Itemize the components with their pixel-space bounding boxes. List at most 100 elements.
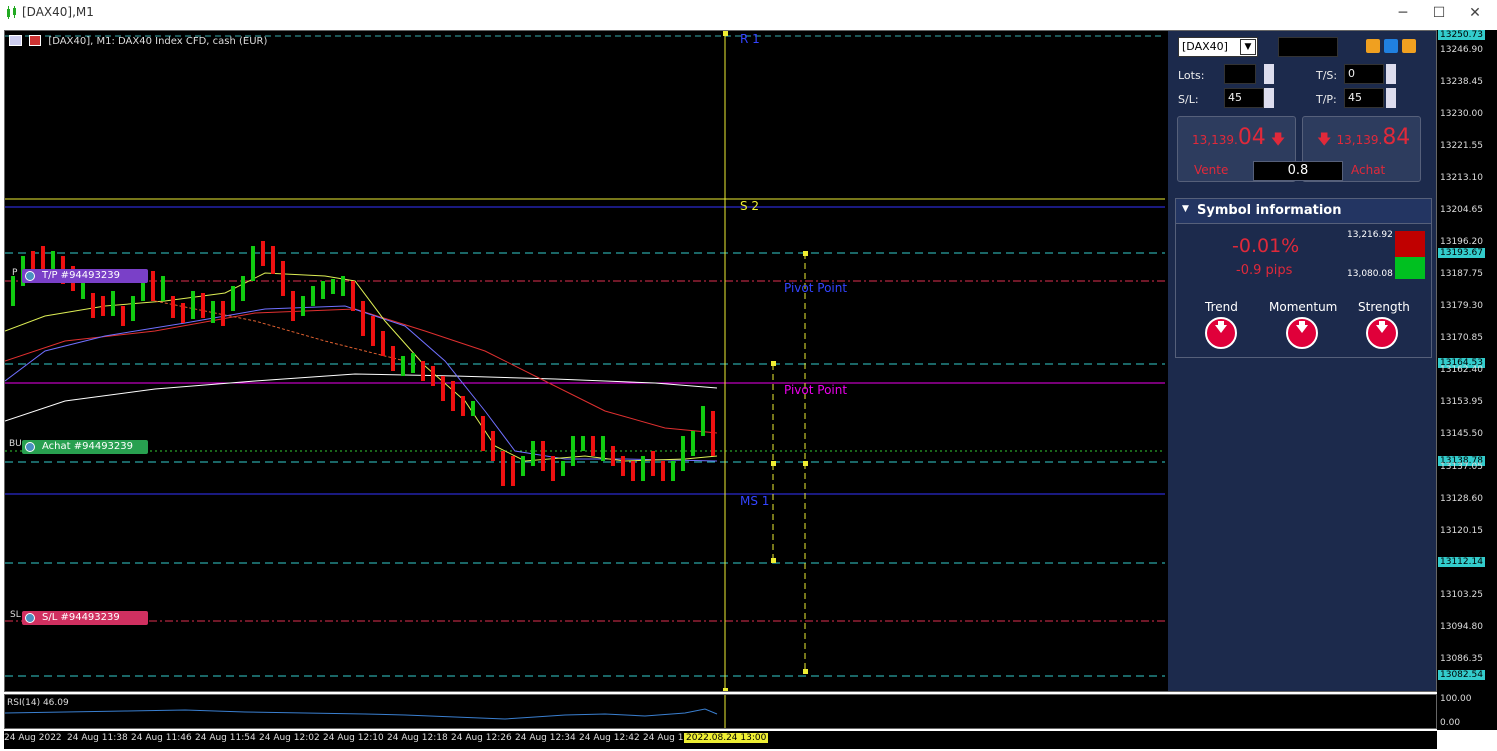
symbol-info-title: Symbol information [1197, 203, 1342, 218]
time-marker: 2022.08.24 13:00 [684, 733, 769, 743]
sell-price-big: 04 [1237, 125, 1266, 150]
price-tick: 13246.90 [1440, 45, 1483, 55]
maximize-button[interactable]: ☐ [1424, 3, 1454, 23]
arrow-down-icon: 🡇 [1317, 132, 1332, 148]
time-tick: 24 Aug 11:46 [131, 733, 192, 743]
buy-label: Achat [1351, 163, 1386, 177]
tp-stepper[interactable] [1386, 88, 1396, 108]
sl-trade-label: S/L #94493239 [42, 612, 120, 623]
strength-arrow-down-icon [1366, 317, 1398, 349]
day-low: 13,080.08 [1347, 269, 1393, 279]
buy-side-label: BU [9, 439, 22, 449]
info-icon[interactable] [1402, 39, 1416, 53]
rsi-line [5, 695, 726, 728]
change-percent: -0.01% [1232, 235, 1300, 257]
tp-trade-label: T/P #94493239 [42, 270, 120, 281]
lots-label: Lots: [1178, 69, 1205, 82]
momentum-arrow-down-icon [1286, 317, 1318, 349]
sell-label: Vente [1194, 163, 1229, 177]
price-tick: 13213.10 [1440, 173, 1483, 183]
time-tick: 24 Aug 12:26 [451, 733, 512, 743]
arrow-down-icon: 🡇 [1270, 132, 1286, 148]
minimize-button[interactable]: ─ [1388, 3, 1418, 23]
symbol-info-header[interactable]: ▼ Symbol information [1176, 199, 1431, 224]
ts-input[interactable]: 0 [1344, 64, 1384, 84]
spread-value: 0.8 [1253, 161, 1343, 181]
symbol-info-section: ▼ Symbol information -0.01% -0.9 pips 13… [1175, 198, 1432, 358]
trend-label: Trend [1205, 300, 1238, 314]
lots-stepper[interactable] [1264, 64, 1274, 84]
tp-side-label: P [12, 268, 18, 278]
time-tick: 24 Aug 2022 [4, 733, 62, 743]
price-tick: 13145.50 [1440, 429, 1483, 439]
price-tick: 13230.00 [1440, 109, 1483, 119]
ts-stepper[interactable] [1386, 64, 1396, 84]
symbol-select[interactable]: [DAX40] ▼ [1178, 37, 1258, 57]
price-tick: 13162.40 [1440, 365, 1483, 375]
candlestick-app-icon [7, 6, 16, 19]
window-titlebar[interactable]: [DAX40],M1 ─ ☐ ✕ [0, 0, 1497, 26]
time-tick: 24 Aug 12 [643, 733, 690, 743]
level-ms1-label: MS 1 [740, 494, 770, 508]
chart-type-icon[interactable] [29, 35, 42, 46]
price-tick: 13086.35 [1440, 654, 1483, 664]
grid-icon[interactable] [9, 35, 22, 46]
price-tick: 13221.55 [1440, 141, 1483, 151]
level-r1-label: R 1 [740, 32, 760, 46]
price-tick: 13238.45 [1440, 77, 1483, 87]
high-box [1395, 231, 1425, 257]
gear-icon[interactable] [25, 271, 35, 281]
settings-icon[interactable] [1384, 39, 1398, 53]
pivot-point-magenta-label: Pivot Point [784, 383, 848, 397]
buy-price-prefix: 13,139. [1336, 133, 1383, 147]
price-tick: 13137.05 [1440, 462, 1483, 472]
time-tick: 24 Aug 12:18 [387, 733, 448, 743]
time-axis: 24 Aug 2022 24 Aug 11:38 24 Aug 11:46 24… [4, 731, 1437, 749]
lots-input[interactable] [1224, 64, 1256, 84]
low-box [1395, 257, 1425, 279]
rsi-tick: 100.00 [1440, 694, 1472, 704]
time-tick: 24 Aug 11:38 [67, 733, 128, 743]
momentum-label: Momentum [1269, 300, 1338, 314]
trend-arrow-down-icon [1205, 317, 1237, 349]
sl-label: S/L: [1178, 93, 1199, 106]
sl-stepper[interactable] [1264, 88, 1274, 108]
symbol-select-value: [DAX40] [1182, 40, 1228, 53]
price-tick: 13120.15 [1440, 526, 1483, 536]
price-tick: 13170.85 [1440, 333, 1483, 343]
rsi-tick: 0.00 [1440, 718, 1461, 728]
sl-side-label: SL [10, 610, 21, 620]
price-tag-1: 13193.67 [1438, 248, 1485, 258]
time-tick: 24 Aug 12:02 [259, 733, 320, 743]
price-tick: 13128.60 [1440, 494, 1483, 504]
price-tag-5: 13082.54 [1438, 670, 1485, 680]
buy-price-big: 84 [1382, 125, 1411, 150]
gear-icon[interactable] [25, 442, 35, 452]
price-tag-4: 13112.14 [1438, 557, 1485, 567]
price-tag-top: 13250.73 [1438, 30, 1485, 40]
symbol-extra-field[interactable] [1278, 37, 1338, 57]
tp-input[interactable]: 45 [1344, 88, 1384, 108]
price-chart[interactable]: [DAX40], M1: DAX40 Index CFD, cash (EUR)… [4, 30, 1437, 692]
sell-price-prefix: 13,139. [1192, 133, 1238, 147]
price-axis: 13250.73 13246.90 13238.45 13230.00 1322… [1437, 30, 1497, 730]
price-tick: 13187.75 [1440, 269, 1483, 279]
copy-icon[interactable] [1366, 39, 1380, 53]
price-tick: 13094.80 [1440, 622, 1483, 632]
price-tick: 13153.95 [1440, 397, 1483, 407]
collapse-icon[interactable]: ▼ [1182, 204, 1189, 214]
day-high: 13,216.92 [1347, 230, 1393, 240]
chart-header-text: [DAX40], M1: DAX40 Index CFD, cash (EUR) [48, 35, 268, 47]
tp-label: T/P: [1316, 93, 1337, 106]
chevron-down-icon[interactable]: ▼ [1240, 39, 1256, 55]
pivot-point-blue-label: Pivot Point [784, 281, 848, 295]
rsi-subwindow[interactable]: RSI(14) 46.09 [4, 694, 1437, 729]
buy-trade-box[interactable]: Achat #94493239 [22, 440, 148, 454]
close-button[interactable]: ✕ [1460, 3, 1490, 23]
sl-input[interactable]: 45 [1224, 88, 1264, 108]
window-title: [DAX40],M1 [22, 5, 94, 19]
sl-trade-box[interactable]: S/L #94493239 [22, 611, 148, 625]
tp-trade-box[interactable]: T/P #94493239 [22, 269, 148, 283]
buy-trade-label: Achat #94493239 [42, 441, 134, 452]
gear-icon[interactable] [25, 613, 35, 623]
